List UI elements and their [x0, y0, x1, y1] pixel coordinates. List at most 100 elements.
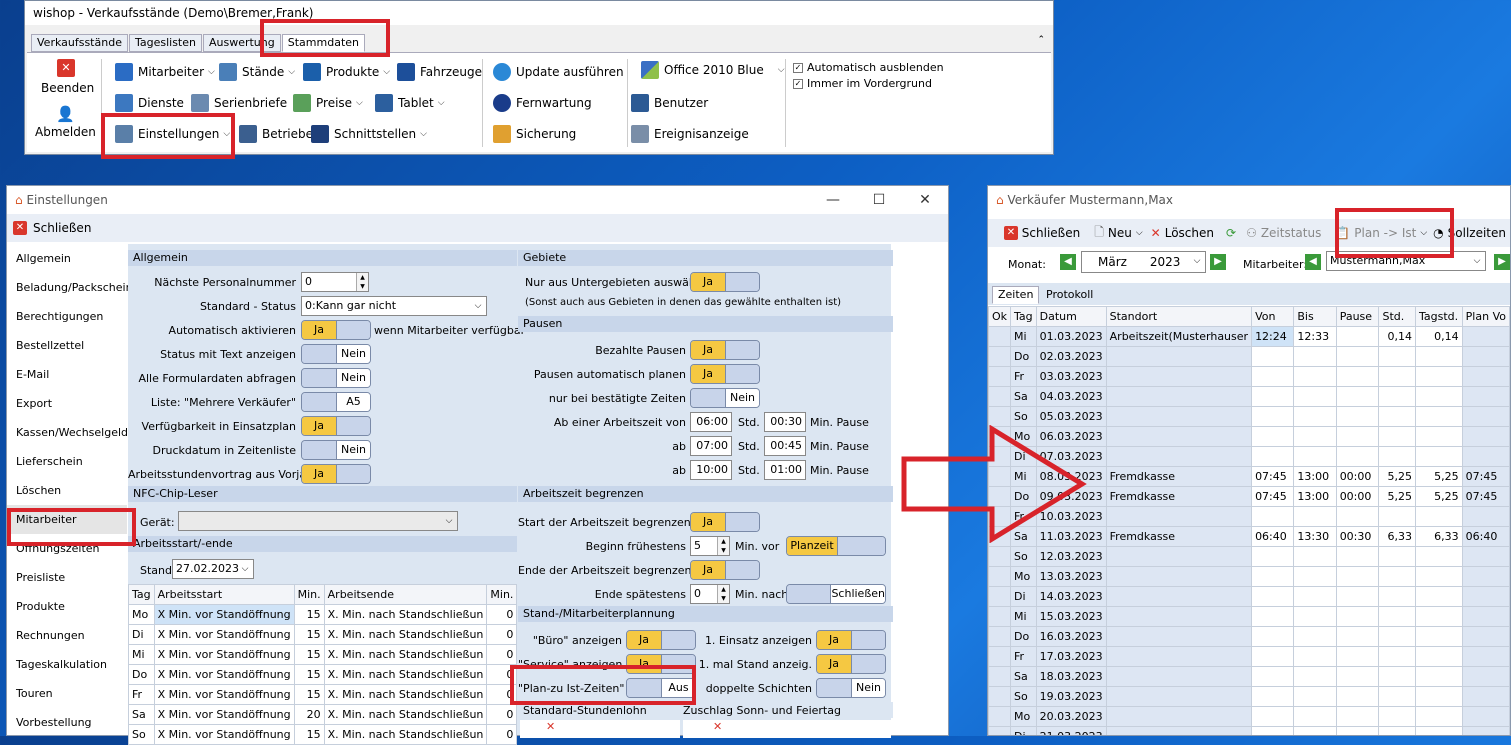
table-cell[interactable]: [1293, 426, 1337, 447]
table-cell[interactable]: [1251, 366, 1295, 387]
table-cell[interactable]: 5,25: [1378, 486, 1417, 507]
table-cell[interactable]: 07:45: [1461, 466, 1510, 487]
table-cell[interactable]: [1251, 586, 1295, 607]
produkte-button[interactable]: Produkte ⌵: [303, 63, 390, 81]
nav-item-berechtigungen[interactable]: Berechtigungen: [7, 302, 127, 331]
table-cell[interactable]: 15: [293, 624, 325, 645]
table-cell[interactable]: [1461, 586, 1510, 607]
tab-verkaufsstaende[interactable]: Verkaufsstände: [31, 34, 128, 52]
dienste-button[interactable]: Dienste: [115, 94, 184, 112]
table-cell[interactable]: 0: [486, 624, 518, 645]
table-cell[interactable]: [1378, 446, 1417, 467]
table-cell[interactable]: [1461, 506, 1510, 527]
prev-month-button[interactable]: ◀: [1060, 254, 1076, 270]
table-cell[interactable]: [1378, 686, 1417, 707]
column-header[interactable]: Min.: [486, 584, 518, 605]
table-row[interactable]: Sa X Min. vor Standöffnung 20 X. Min. nach …: [128, 704, 518, 725]
table-cell[interactable]: [1378, 386, 1417, 407]
table-cell[interactable]: 01.03.2023: [1035, 326, 1107, 347]
table-row[interactable]: Mi X Min. vor Standöffnung 15 X. Min. nach …: [128, 644, 518, 665]
table-cell[interactable]: 0,14: [1378, 326, 1417, 347]
geraet-select[interactable]: ⌵: [178, 511, 458, 531]
table-cell[interactable]: [1335, 606, 1380, 627]
table-cell[interactable]: 17.03.2023: [1035, 646, 1107, 667]
nav-item-export[interactable]: Export: [7, 389, 127, 418]
mal-stand-toggle[interactable]: Ja: [816, 654, 886, 674]
table-cell[interactable]: [1378, 586, 1417, 607]
table-cell[interactable]: 15: [293, 604, 325, 625]
table-cell[interactable]: [988, 346, 1012, 367]
table-row[interactable]: Mo 13.03.2023: [988, 566, 1510, 587]
prev-ma-button[interactable]: ◀: [1305, 254, 1321, 270]
table-cell[interactable]: [1415, 646, 1463, 667]
table-cell[interactable]: [1415, 686, 1463, 707]
table-cell[interactable]: X. Min. nach Standschließun: [323, 684, 488, 705]
table-cell[interactable]: [1415, 606, 1463, 627]
table-cell[interactable]: [1415, 426, 1463, 447]
table-cell[interactable]: [1415, 726, 1463, 735]
table-cell[interactable]: [1335, 366, 1380, 387]
column-header[interactable]: Von: [1251, 306, 1295, 327]
table-cell[interactable]: [1461, 686, 1510, 707]
table-cell[interactable]: [1105, 726, 1253, 735]
benutzer-button[interactable]: Benutzer: [631, 94, 708, 112]
table-cell[interactable]: [1378, 726, 1417, 735]
table-cell[interactable]: [988, 706, 1012, 727]
table-cell[interactable]: [1335, 346, 1380, 367]
table-cell[interactable]: [988, 566, 1012, 587]
table-cell[interactable]: [988, 646, 1012, 667]
table-cell[interactable]: [1293, 666, 1337, 687]
pausen-auto-toggle[interactable]: Ja: [690, 364, 760, 384]
table-cell[interactable]: [1105, 386, 1253, 407]
table-cell[interactable]: 18.03.2023: [1035, 666, 1107, 687]
table-cell[interactable]: [1415, 346, 1463, 367]
office-theme-select[interactable]: Office 2010 Blue ⌵: [641, 61, 785, 79]
table-cell[interactable]: [1251, 546, 1295, 567]
collapse-ribbon-icon[interactable]: ⌃: [1037, 35, 1045, 45]
month-select[interactable]: März 2023 ⌵: [1081, 251, 1206, 273]
table-cell[interactable]: [1335, 646, 1380, 667]
table-cell[interactable]: [1415, 626, 1463, 647]
tab-zeiten[interactable]: Zeiten: [992, 286, 1040, 304]
table-cell[interactable]: 0: [486, 704, 518, 725]
table-row[interactable]: So 12.03.2023: [988, 546, 1510, 567]
column-header[interactable]: Tagstd.: [1415, 306, 1463, 327]
table-row[interactable]: So X Min. vor Standöffnung 15 X. Min. nach …: [128, 724, 518, 745]
table-cell[interactable]: 0: [486, 604, 518, 625]
ende-input[interactable]: 0 ▲ ▼: [690, 584, 730, 604]
table-row[interactable]: Di X Min. vor Standöffnung 15 X. Min. nach …: [128, 624, 518, 645]
next-month-button[interactable]: ▶: [1210, 254, 1226, 270]
table-row[interactable]: Mo 20.03.2023: [988, 706, 1510, 727]
tab-protokoll[interactable]: Protokoll: [1046, 288, 1093, 301]
status-text-toggle[interactable]: Nein: [301, 344, 371, 364]
staende-button[interactable]: Stände ⌵: [219, 63, 295, 81]
table-cell[interactable]: 15.03.2023: [1035, 606, 1107, 627]
table-cell[interactable]: [1293, 546, 1337, 567]
abmelden-button[interactable]: 👤 Abmelden: [35, 105, 96, 139]
p1-time-input[interactable]: 06:00: [690, 412, 732, 432]
doppelt-toggle[interactable]: Nein: [816, 678, 886, 698]
table-cell[interactable]: [1378, 406, 1417, 427]
table-cell[interactable]: So: [1010, 686, 1037, 707]
start-begr-toggle[interactable]: Ja: [690, 512, 760, 532]
table-cell[interactable]: [1251, 566, 1295, 587]
ereignis-button[interactable]: Ereignisanzeige: [631, 125, 749, 143]
table-cell[interactable]: [1105, 626, 1253, 647]
auto-hide-checkbox[interactable]: ✓ Automatisch ausblenden: [793, 61, 944, 74]
table-cell[interactable]: [1105, 566, 1253, 587]
table-cell[interactable]: [1335, 566, 1380, 587]
table-cell[interactable]: Di: [1010, 726, 1037, 735]
planzeit-toggle[interactable]: Planzeit: [786, 536, 886, 556]
table-cell[interactable]: 07:45: [1461, 486, 1510, 507]
table-cell[interactable]: Do: [1010, 626, 1037, 647]
table-cell[interactable]: [1105, 646, 1253, 667]
table-cell[interactable]: 13:00: [1293, 466, 1337, 487]
table-cell[interactable]: [1461, 446, 1510, 467]
table-cell[interactable]: [1335, 586, 1380, 607]
table-cell[interactable]: 07:45: [1251, 466, 1295, 487]
tab-tageslisten[interactable]: Tageslisten: [128, 34, 202, 52]
table-cell[interactable]: Do: [128, 664, 155, 685]
table-cell[interactable]: [1335, 326, 1380, 347]
table-row[interactable]: Do 16.03.2023: [988, 626, 1510, 647]
preise-button[interactable]: Preise ⌵: [293, 94, 363, 112]
